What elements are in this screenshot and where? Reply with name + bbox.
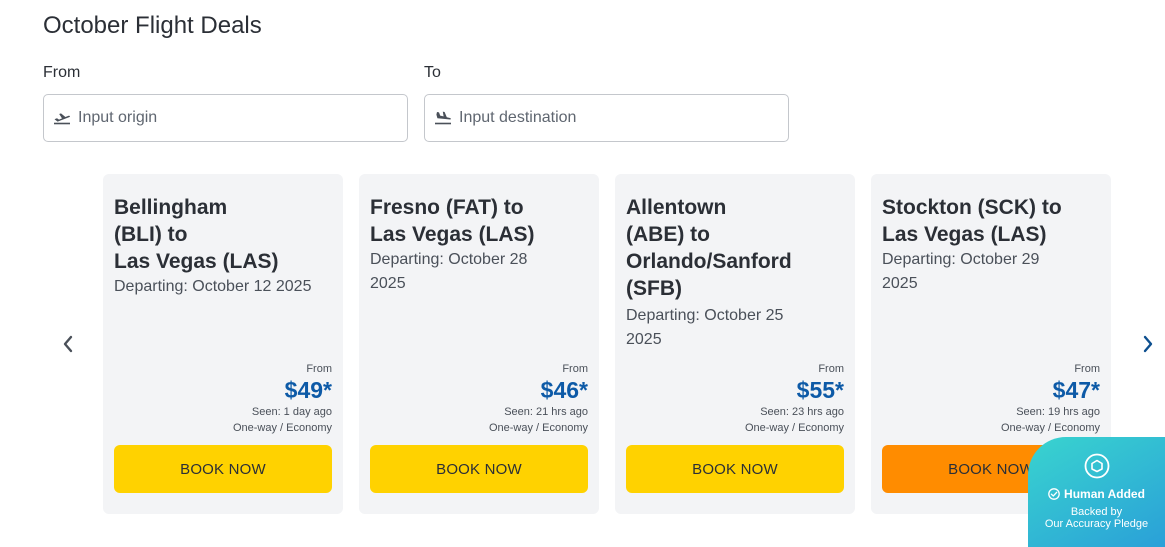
price: $49* [284, 377, 332, 403]
price: $55* [796, 377, 844, 403]
seen-time: Seen: 21 hrs ago [504, 406, 588, 418]
departing-date: Departing: October 12 2025 [114, 278, 312, 295]
badge-logo-icon [1084, 453, 1110, 479]
price: $47* [1052, 377, 1100, 403]
fare-type: One-way / Economy [488, 422, 588, 434]
book-now-button[interactable]: BOOK NOW [114, 445, 332, 493]
departing-date: Departing: October 25 2025 [626, 307, 784, 348]
deal-card[interactable]: Fresno (FAT) to Las Vegas (LAS) Departin… [359, 174, 599, 514]
fare-type: One-way / Economy [232, 422, 332, 434]
page-title: October Flight Deals [43, 12, 262, 39]
deal-card[interactable]: Allentown (ABE) to Orlando/Sanford (SFB)… [615, 174, 855, 514]
human-added-badge[interactable]: Human Added Backed by Our Accuracy Pledg… [1028, 437, 1165, 547]
chevron-right-icon [1143, 335, 1153, 353]
accuracy-pledge-text: Backed by Our Accuracy Pledge [1044, 506, 1149, 530]
route-title: Bellingham (BLI) to Las Vegas (LAS) Depa… [114, 194, 334, 299]
check-circle-icon [1048, 488, 1060, 500]
to-label: To [424, 64, 441, 81]
price-block: From $46* Seen: 21 hrs ago One-way / Eco… [489, 362, 588, 436]
landing-icon [433, 108, 453, 128]
from-tag: From [562, 363, 588, 375]
fare-type: One-way / Economy [744, 422, 844, 434]
from-tag: From [818, 363, 844, 375]
seen-time: Seen: 1 day ago [251, 406, 332, 418]
origin-field[interactable] [43, 94, 408, 142]
carousel-next-button[interactable] [1136, 332, 1160, 356]
route-title: Fresno (FAT) to Las Vegas (LAS) Departin… [370, 194, 590, 296]
price: $46* [540, 377, 588, 403]
price-block: From $47* Seen: 19 hrs ago One-way / Eco… [1001, 362, 1100, 436]
route-title: Allentown (ABE) to Orlando/Sanford (SFB)… [626, 194, 846, 352]
departing-date: Departing: October 29 2025 [882, 251, 1040, 292]
from-label: From [43, 64, 81, 81]
origin-input[interactable] [78, 109, 378, 127]
book-now-button[interactable]: BOOK NOW [370, 445, 588, 493]
chevron-left-icon [63, 335, 73, 353]
fare-type: One-way / Economy [1000, 422, 1100, 434]
deal-card[interactable]: Bellingham (BLI) to Las Vegas (LAS) Depa… [103, 174, 343, 514]
departing-date: Departing: October 28 2025 [370, 251, 528, 292]
human-added-label: Human Added [1028, 487, 1165, 501]
from-tag: From [306, 363, 332, 375]
carousel-prev-button[interactable] [56, 332, 80, 356]
from-tag: From [1074, 363, 1100, 375]
price-block: From $49* Seen: 1 day ago One-way / Econ… [233, 362, 332, 436]
takeoff-icon [52, 108, 72, 128]
route-title: Stockton (SCK) to Las Vegas (LAS) Depart… [882, 194, 1102, 296]
price-block: From $55* Seen: 23 hrs ago One-way / Eco… [745, 362, 844, 436]
destination-field[interactable] [424, 94, 789, 142]
destination-input[interactable] [459, 109, 759, 127]
book-now-button[interactable]: BOOK NOW [626, 445, 844, 493]
seen-time: Seen: 19 hrs ago [1016, 406, 1100, 418]
seen-time: Seen: 23 hrs ago [760, 406, 844, 418]
